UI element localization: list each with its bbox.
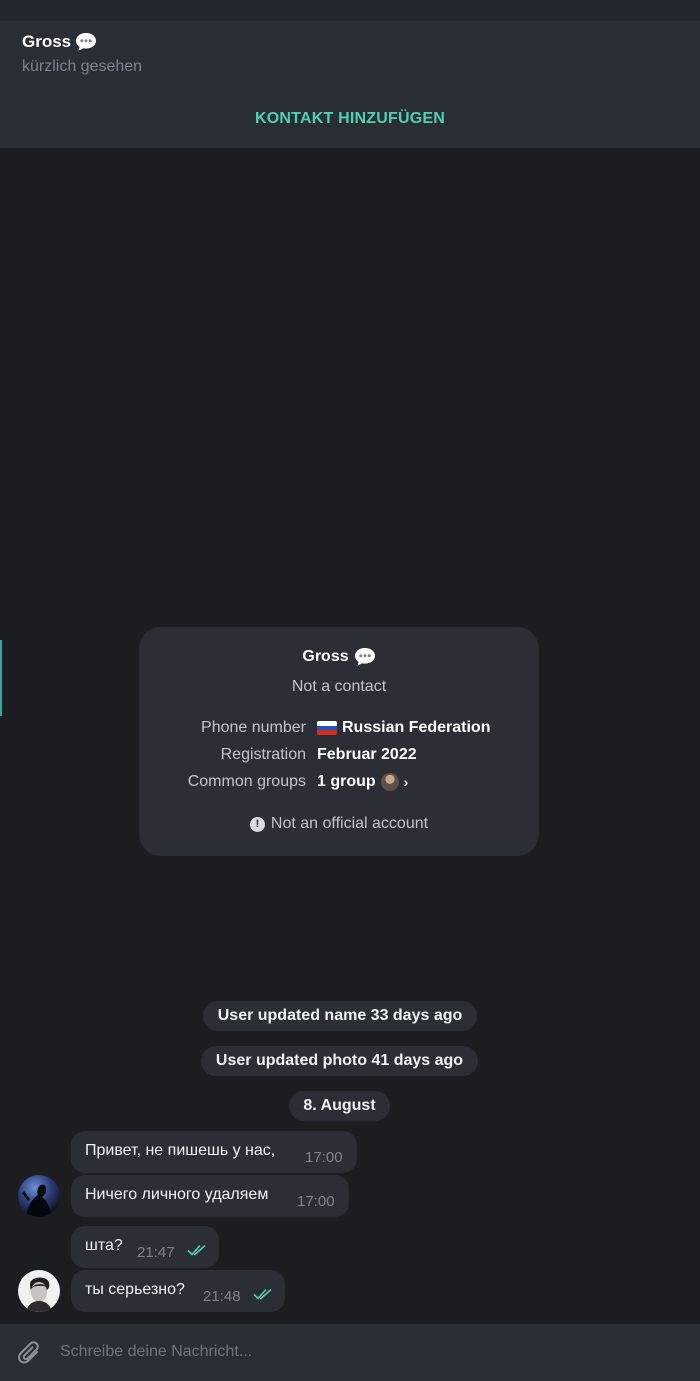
info-label: Phone number <box>201 719 306 736</box>
service-message: User updated photo 41 days ago <box>201 1046 478 1076</box>
speech-bubble-icon <box>354 648 375 666</box>
user-info-card: Gross Not a contact Phone number Russian… <box>139 627 539 856</box>
message-text: ты серьезно? <box>85 1281 185 1298</box>
registration-date: Februar 2022 <box>317 746 417 763</box>
card-user-name-text: Gross <box>302 648 349 665</box>
info-label: Registration <box>220 746 306 763</box>
service-message: User updated name 33 days ago <box>203 1001 477 1031</box>
official-account-note: ! Not an official account <box>139 815 539 833</box>
double-check-icon <box>187 1244 206 1256</box>
info-row-registration: Registration Februar 2022 <box>139 746 539 768</box>
message-input[interactable] <box>60 1336 680 1368</box>
common-groups-count: 1 group <box>317 773 376 790</box>
message-composer <box>0 1324 700 1381</box>
chat-title-text: Gross <box>22 32 72 51</box>
russia-flag-icon <box>317 721 337 735</box>
message-time: 17:00 <box>305 1149 343 1166</box>
double-check-icon <box>253 1288 272 1300</box>
message-time: 21:47 <box>137 1244 175 1261</box>
message-time: 21:48 <box>203 1288 241 1305</box>
sender-avatar[interactable] <box>18 1175 60 1217</box>
phone-country: Russian Federation <box>342 719 491 736</box>
message-text: Привет, не пишешь у нас, <box>85 1142 276 1159</box>
scroll-indicator <box>0 640 2 716</box>
message-text: Ничего личного удаляем <box>85 1186 269 1203</box>
info-row-common-groups[interactable]: Common groups 1 group › <box>139 773 539 795</box>
message-bubble-outgoing[interactable]: шта? 21:47 <box>71 1226 219 1268</box>
chat-header: Gross kürzlich gesehen KONTAKT HINZUFÜGE… <box>0 21 700 149</box>
speech-bubble-icon <box>76 33 97 51</box>
date-separator: 8. August <box>289 1091 390 1121</box>
message-bubble-outgoing[interactable]: ты серьезно? 21:48 <box>71 1270 285 1312</box>
group-avatar-icon <box>380 773 399 791</box>
own-avatar[interactable] <box>18 1270 60 1312</box>
card-subtitle: Not a contact <box>291 678 387 695</box>
add-contact-button[interactable]: KONTAKT HINZUFÜGEN <box>0 99 700 139</box>
message-bubble-incoming[interactable]: Ничего личного удаляем 17:00 <box>71 1175 349 1217</box>
chat-title[interactable]: Gross <box>22 32 97 52</box>
card-user-name: Gross <box>139 647 539 667</box>
message-bubble-incoming[interactable]: Привет, не пишешь у нас, 17:00 <box>71 1131 357 1173</box>
chevron-right-icon: › <box>403 774 409 790</box>
info-row-phone: Phone number Russian Federation <box>139 719 539 741</box>
exclamation-icon: ! <box>249 816 265 832</box>
message-time: 17:00 <box>297 1193 335 1210</box>
info-value: Russian Federation <box>317 719 490 737</box>
message-text: шта? <box>85 1237 123 1254</box>
official-account-text: Not an official account <box>270 815 429 832</box>
info-label: Common groups <box>187 773 306 790</box>
chat-status: kürzlich gesehen <box>22 58 143 75</box>
paperclip-icon[interactable] <box>17 1339 43 1367</box>
top-strip <box>0 0 700 21</box>
common-groups-link[interactable]: 1 group › <box>317 773 408 791</box>
